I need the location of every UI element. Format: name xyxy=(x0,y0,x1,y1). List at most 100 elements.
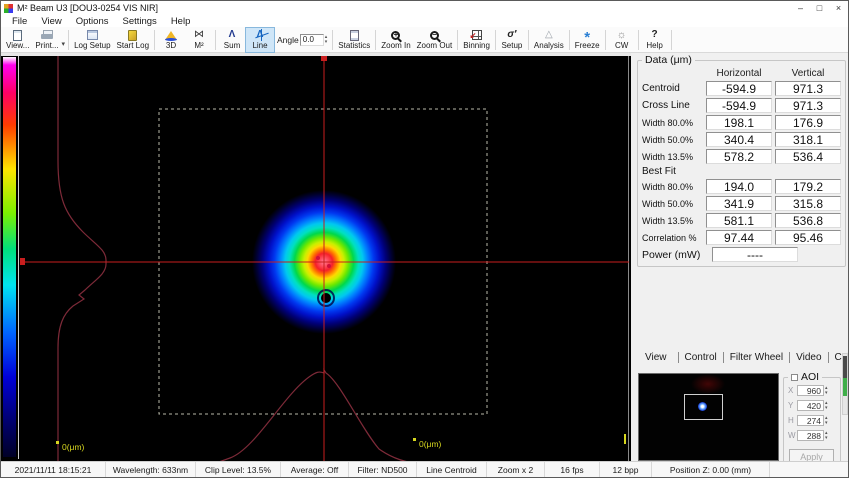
angle-input[interactable]: 0.0 xyxy=(300,34,324,46)
tab-view[interactable]: View xyxy=(639,352,673,363)
document-icon xyxy=(13,30,22,41)
sun-icon: ☼ xyxy=(617,30,627,40)
status-wavelength: Wavelength: 633nm xyxy=(106,462,196,477)
toolbar-separator xyxy=(68,30,69,50)
camera-preview[interactable] xyxy=(638,373,779,461)
display-scale-slider[interactable] xyxy=(842,353,848,415)
aoi-w-spinner[interactable] xyxy=(825,431,828,441)
menu-options[interactable]: Options xyxy=(69,16,116,27)
aoi-label: AOI xyxy=(801,371,819,383)
status-zoom: Zoom x 2 xyxy=(487,462,545,477)
menu-file[interactable]: File xyxy=(5,16,34,27)
aoi-y-spinner[interactable] xyxy=(825,401,828,411)
axis-tick xyxy=(624,434,626,444)
table-row-width50: Width 50.0% 340.4 318.1 xyxy=(642,131,841,148)
question-icon: ? xyxy=(652,30,658,40)
statistics-icon xyxy=(350,30,359,41)
menu-help[interactable]: Help xyxy=(164,16,198,27)
bf-width80-h-value: 194.0 xyxy=(706,179,772,194)
preview-glow xyxy=(691,374,725,394)
beam-display[interactable]: 0(μm) 0(μm) xyxy=(20,56,629,461)
setup-button[interactable]: σ′ Setup xyxy=(498,28,526,52)
aoi-w-input[interactable]: 288 xyxy=(797,430,824,441)
slider-thumb[interactable] xyxy=(843,356,847,396)
aoi-x-input[interactable]: 960 xyxy=(797,385,824,396)
axis-tick xyxy=(56,441,59,444)
start-log-button[interactable]: Start Log xyxy=(114,28,152,52)
toolbar-separator xyxy=(215,30,216,50)
beam-display-region: 0(μm) 0(μm) xyxy=(1,53,631,463)
zoom-out-button[interactable]: − Zoom Out xyxy=(414,28,456,52)
colorbar-divider xyxy=(18,56,19,459)
zoom-in-button[interactable]: + Zoom In xyxy=(378,28,413,52)
cw-button[interactable]: ☼ CW xyxy=(608,28,636,52)
toolbar-separator xyxy=(332,30,333,50)
width80-h-value: 198.1 xyxy=(706,115,772,130)
sigma-icon: σ′ xyxy=(507,30,516,40)
aoi-h-spinner[interactable] xyxy=(825,416,828,426)
toolbar-separator xyxy=(671,30,672,50)
tab-video[interactable]: Video xyxy=(789,352,827,363)
aoi-x-spinner[interactable] xyxy=(825,386,828,396)
width135-h-value: 578.2 xyxy=(706,149,772,164)
line-button[interactable]: Λ Line xyxy=(246,28,274,52)
freeze-button[interactable]: * Freeze xyxy=(572,28,603,52)
3d-button[interactable]: 3D xyxy=(157,28,185,52)
aoi-checkbox[interactable] xyxy=(791,374,798,381)
tab-filter-wheel[interactable]: Filter Wheel xyxy=(723,352,789,363)
data-panel-title: Data (μm) xyxy=(642,54,695,66)
close-button[interactable]: × xyxy=(829,1,848,15)
aoi-w-row: W 288 xyxy=(788,428,836,443)
power-value: ---- xyxy=(712,247,798,262)
best-fit-section-label: Best Fit xyxy=(642,165,841,178)
maximize-button[interactable]: □ xyxy=(810,1,829,15)
magnifier-plus-icon: + xyxy=(391,31,400,40)
menu-view[interactable]: View xyxy=(34,16,68,27)
table-row-width80: Width 80.0% 198.1 176.9 xyxy=(642,114,841,131)
toolbar-separator xyxy=(375,30,376,50)
status-clip-level: Clip Level: 13.5% xyxy=(196,462,281,477)
status-average: Average: Off xyxy=(281,462,349,477)
vertical-axis-zero-label: 0(μm) xyxy=(62,442,84,452)
help-button[interactable]: ? Help xyxy=(641,28,669,52)
bf-width50-v-value: 315.8 xyxy=(775,196,841,211)
table-row-correlation: Correlation % 97.44 95.46 xyxy=(642,229,841,246)
correlation-h-value: 97.44 xyxy=(706,230,772,245)
status-bar: 2021/11/11 18:15:21 Wavelength: 633nm Cl… xyxy=(1,461,848,477)
table-row-width135: Width 13.5% 578.2 536.4 xyxy=(642,148,841,165)
beam-image xyxy=(20,56,629,461)
status-filler xyxy=(770,462,848,477)
angle-spinner[interactable] xyxy=(325,35,328,45)
binning-button[interactable]: Binning xyxy=(460,28,493,52)
printer-icon xyxy=(41,30,53,40)
sum-button[interactable]: Λ Sum xyxy=(218,28,246,52)
binning-grid-icon xyxy=(472,30,482,40)
horizontal-axis-zero-label: 0(μm) xyxy=(419,439,441,449)
toolbar-separator xyxy=(495,30,496,50)
width50-h-value: 340.4 xyxy=(706,132,772,147)
correlation-v-value: 95.46 xyxy=(775,230,841,245)
line-profile-icon: Λ xyxy=(257,30,264,40)
view-button[interactable]: View... xyxy=(3,28,32,52)
aoi-h-input[interactable]: 274 xyxy=(797,415,824,426)
toolbar-separator xyxy=(528,30,529,50)
minimize-button[interactable]: – xyxy=(791,1,810,15)
aoi-x-row: X 960 xyxy=(788,383,836,398)
log-badge-icon xyxy=(128,30,137,41)
table-row-bestfit-width50: Width 50.0% 341.9 315.8 xyxy=(642,195,841,212)
table-row-bestfit-width135: Width 13.5% 581.1 536.8 xyxy=(642,212,841,229)
log-setup-button[interactable]: Log Setup xyxy=(71,28,113,52)
print-dropdown-icon[interactable]: ▾ xyxy=(62,40,66,48)
menu-settings[interactable]: Settings xyxy=(115,16,163,27)
table-row-power: Power (mW) ---- xyxy=(642,246,841,263)
title-bar: M² Beam U3 [DOU3-0254 VIS NIR] – □ × xyxy=(1,1,848,15)
centroid-h-value: -594.9 xyxy=(706,81,772,96)
print-button[interactable]: Print... xyxy=(32,28,61,52)
bf-width135-h-value: 581.1 xyxy=(706,213,772,228)
analysis-button[interactable]: △ Analysis xyxy=(531,28,567,52)
statistics-button[interactable]: Statistics xyxy=(335,28,373,52)
m2-button[interactable]: ⋈ M² xyxy=(185,28,213,52)
tab-control[interactable]: Control xyxy=(678,352,723,363)
aoi-y-input[interactable]: 420 xyxy=(797,400,824,411)
toolbar-separator xyxy=(638,30,639,50)
